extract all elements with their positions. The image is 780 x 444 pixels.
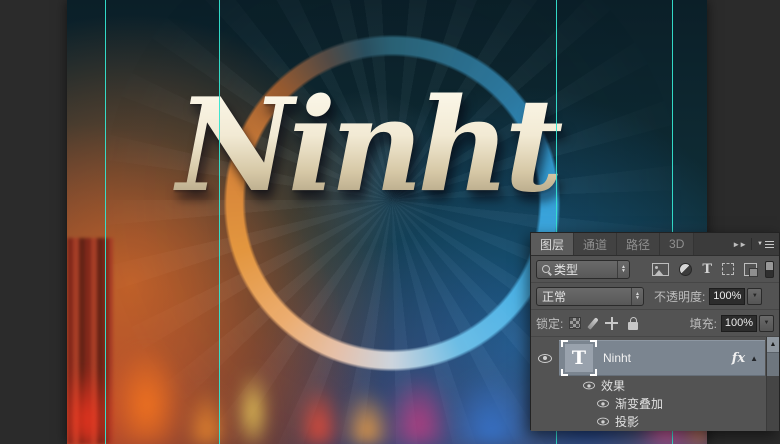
effect-row-gradient-overlay[interactable]: 渐变叠加 — [531, 394, 779, 412]
effect-label: 投影 — [615, 413, 639, 430]
filter-kind-select[interactable]: 类型 ▲▼ — [536, 260, 630, 279]
fill-label: 填充: — [690, 315, 717, 332]
spinner-arrows-icon: ▲▼ — [617, 261, 629, 278]
fill-dropdown-icon[interactable]: ▼ — [759, 315, 774, 332]
panel-menu-icon[interactable]: ▼ — [757, 241, 774, 248]
layer-list: T Ninht fx ▲ 效果 渐变叠加 — [531, 337, 779, 431]
adjustment-layer-filter-icon[interactable] — [679, 263, 692, 276]
logo-text: Ninht — [77, 76, 657, 217]
visibility-eye-icon[interactable] — [597, 399, 609, 407]
guide-vertical-1 — [105, 0, 106, 444]
filter-type-icons: T — [652, 263, 761, 276]
tab-layers[interactable]: 图层 — [531, 233, 574, 255]
lock-label: 锁定: — [536, 315, 563, 332]
tab-3d[interactable]: 3D — [660, 233, 694, 255]
tabbar-controls: ►► ▼ — [732, 233, 779, 255]
fill-value[interactable]: 100% — [721, 315, 757, 332]
blend-row: 正常 ▲▼ 不透明度: 100% ▼ — [531, 283, 779, 310]
tab-channels[interactable]: 通道 — [574, 233, 617, 255]
type-layer-filter-icon[interactable]: T — [702, 263, 712, 276]
lock-all-icon[interactable] — [628, 322, 638, 330]
lock-transparency-icon[interactable] — [569, 317, 581, 329]
type-layer-thumbnail-icon: T — [565, 344, 593, 372]
blend-mode-select[interactable]: 正常 ▲▼ — [536, 287, 644, 306]
photoshop-workspace: Ninht 图层 通道 路径 3D ►► ▼ 类型 — [0, 0, 780, 444]
effects-group-label: 效果 — [601, 377, 625, 394]
layer-row-ninht[interactable]: T Ninht fx ▲ — [531, 340, 779, 376]
guide-vertical-2 — [219, 0, 220, 444]
effect-label: 渐变叠加 — [615, 395, 663, 412]
selected-layer-highlight[interactable]: T Ninht fx ▲ — [559, 340, 765, 376]
layer-list-scrollbar[interactable]: ▲ — [766, 337, 779, 431]
smart-object-filter-icon[interactable] — [744, 263, 757, 276]
shape-layer-filter-icon[interactable] — [722, 263, 734, 275]
lock-pixels-icon[interactable] — [588, 317, 599, 330]
filter-toggle-switch[interactable] — [765, 261, 774, 278]
opacity-dropdown-icon[interactable]: ▼ — [747, 288, 762, 305]
lock-icons — [569, 317, 638, 330]
search-icon — [542, 265, 550, 273]
lock-position-icon[interactable] — [605, 317, 618, 330]
pixel-layer-filter-icon[interactable] — [652, 263, 669, 276]
layers-panel: 图层 通道 路径 3D ►► ▼ 类型 ▲▼ — [530, 232, 780, 430]
visibility-eye-icon[interactable] — [583, 381, 595, 389]
layer-name[interactable]: Ninht — [603, 351, 631, 365]
scroll-up-icon[interactable]: ▲ — [767, 337, 779, 352]
opacity-label: 不透明度: — [654, 288, 705, 305]
spinner-arrows-icon: ▲▼ — [631, 288, 643, 305]
visibility-eye-icon[interactable] — [538, 354, 552, 363]
fx-badge[interactable]: fx — [732, 351, 745, 366]
effects-group-row[interactable]: 效果 — [531, 376, 779, 394]
filter-row: 类型 ▲▼ T — [531, 256, 779, 283]
divider — [751, 238, 752, 250]
visibility-eye-icon[interactable] — [597, 417, 609, 425]
opacity-value[interactable]: 100% — [709, 288, 745, 305]
effects-collapse-icon[interactable]: ▲ — [750, 354, 758, 363]
panel-tabbar: 图层 通道 路径 3D ►► ▼ — [531, 233, 779, 256]
tab-paths[interactable]: 路径 — [617, 233, 660, 255]
layer-thumbnail[interactable]: T — [565, 344, 593, 372]
collapse-panels-icon[interactable]: ►► — [732, 240, 746, 249]
scrollbar-thumb[interactable] — [767, 352, 779, 376]
effect-row-drop-shadow[interactable]: 投影 — [531, 412, 779, 430]
lock-row: 锁定: 填充: 100% ▼ — [531, 310, 779, 337]
hamburger-icon — [765, 241, 774, 248]
